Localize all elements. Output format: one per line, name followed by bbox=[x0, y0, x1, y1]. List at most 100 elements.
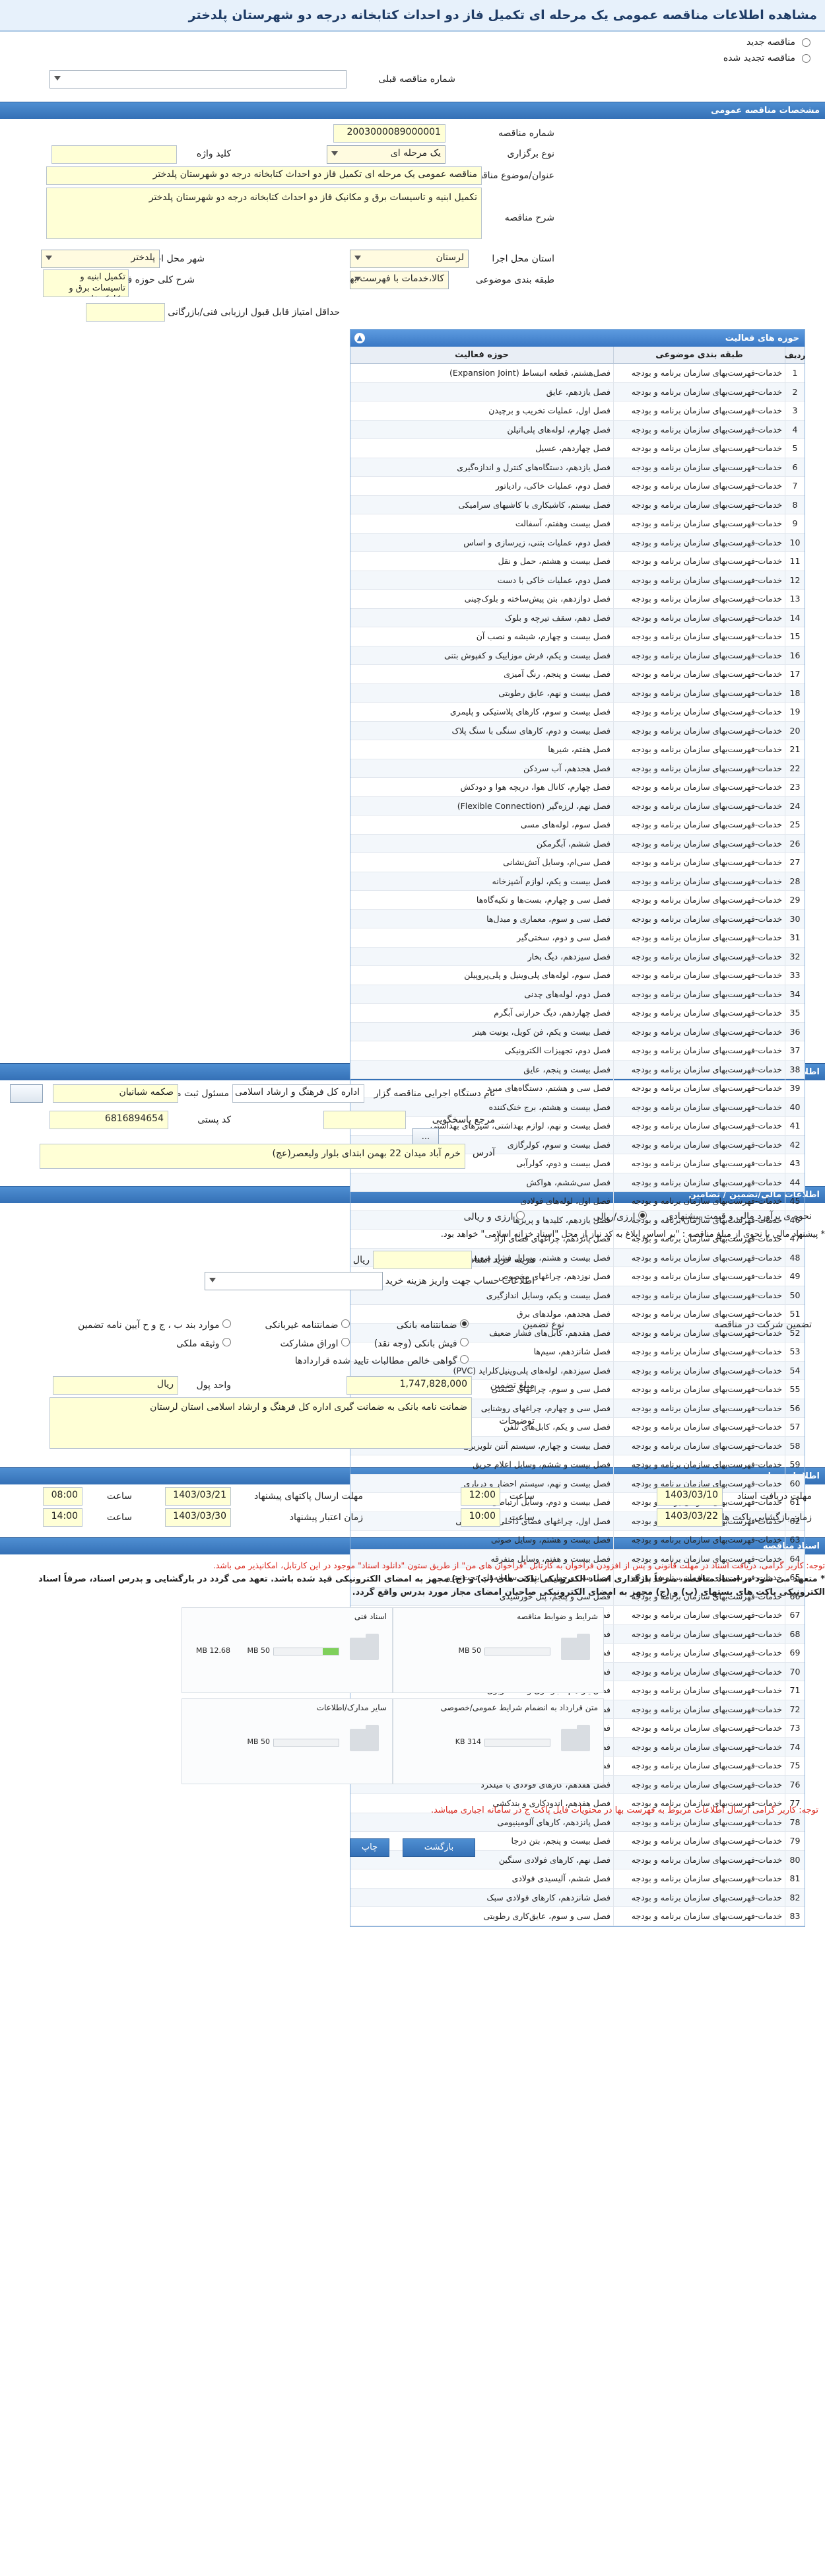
row-field: فصل اول، عملیات تخریب و برچیدن bbox=[488, 405, 610, 415]
send-time[interactable]: 08:00 bbox=[43, 1487, 82, 1506]
send-time-label: ساعت bbox=[106, 1491, 132, 1502]
g7-option[interactable]: گواهی خالص مطالبات تایید شده قراردادها bbox=[295, 1355, 469, 1366]
prev-tender-select[interactable] bbox=[50, 70, 346, 88]
table-row: 13 خدمات-فهرست‌بهای سازمان برنامه و بودجه… bbox=[350, 590, 805, 609]
row-field: فصل هفتم، شیرها bbox=[548, 744, 610, 754]
pub-time[interactable]: 12:00 bbox=[461, 1487, 500, 1506]
fin-desc-field[interactable]: ضمانت نامه بانکی به ضمانت گیری اداره کل … bbox=[50, 1397, 472, 1449]
g4-option[interactable]: فیش بانکی (وجه نقد) bbox=[374, 1338, 469, 1349]
send-date[interactable]: 1403/03/21 bbox=[165, 1487, 231, 1506]
doc-box-other[interactable]: سایر مدارک/اطلاعات 50 MB bbox=[182, 1698, 393, 1784]
address-field[interactable]: خرم آباد میدان 22 بهمن ابتدای بلوار ولیع… bbox=[40, 1144, 465, 1169]
row-class: خدمات-فهرست‌بهای سازمان برنامه و بودجه bbox=[613, 477, 785, 495]
back-button[interactable]: بازگشت bbox=[403, 1838, 475, 1857]
radio-rial[interactable] bbox=[516, 1211, 525, 1220]
radio-cur[interactable] bbox=[638, 1211, 647, 1220]
chevron-down-icon bbox=[209, 1278, 216, 1282]
row-field: فصل دهم، سقف تیرچه و بلوک bbox=[504, 612, 610, 623]
tender-number-field[interactable]: 2003000089000001 bbox=[333, 124, 446, 143]
keyword-label: کلید واژه bbox=[196, 149, 231, 159]
g5-check[interactable] bbox=[341, 1338, 350, 1346]
table-row: 29 خدمات-فهرست‌بهای سازمان برنامه و بودجه… bbox=[350, 891, 805, 910]
row-field: فصل ششم، آلیسیدی فولادی bbox=[512, 1873, 610, 1883]
row-number: 5 bbox=[785, 439, 805, 458]
row-field: فصل چهاردهم، دیگ حرارتی آبگرم bbox=[494, 1008, 610, 1018]
exec-field[interactable]: اداره کل فرهنگ و ارشاد اسلامی استان bbox=[232, 1084, 364, 1103]
province-select[interactable]: لرستان bbox=[350, 250, 469, 268]
ref-field[interactable] bbox=[323, 1111, 406, 1129]
chevron-down-icon bbox=[54, 76, 61, 81]
print-button[interactable]: چاپ bbox=[350, 1838, 389, 1857]
row-number: 36 bbox=[785, 1022, 805, 1041]
valid-date[interactable]: 1403/03/30 bbox=[165, 1508, 231, 1527]
g6-option[interactable]: وثیقه ملکی bbox=[176, 1338, 231, 1349]
g1-option[interactable]: ضمانتنامه بانکی bbox=[397, 1319, 469, 1331]
open-date[interactable]: 1403/03/22 bbox=[657, 1508, 723, 1527]
radio-renew-tender[interactable]: مناقصه تجدید شده bbox=[0, 50, 810, 66]
opt-rial[interactable]: ارزی و ریالی bbox=[464, 1211, 525, 1222]
doc-box-technical[interactable]: اسناد فنی 50 MB 12.68 MB bbox=[182, 1607, 393, 1693]
g1-check[interactable] bbox=[460, 1319, 469, 1328]
collapse-icon[interactable]: ▲ bbox=[354, 333, 365, 343]
table-row: 33 خدمات-فهرست‌بهای سازمان برنامه و بودجه… bbox=[350, 966, 805, 985]
row-class: خدمات-فهرست‌بهای سازمان برنامه و بودجه bbox=[613, 947, 785, 965]
account-select[interactable] bbox=[205, 1272, 383, 1290]
doc-box-other-bar bbox=[273, 1739, 339, 1747]
hold-type-select[interactable]: یک مرحله ای bbox=[327, 145, 446, 164]
reg-lookup-button[interactable] bbox=[10, 1084, 43, 1103]
doc-box-terms[interactable]: شرایط و ضوابط مناقصه 50 MB bbox=[393, 1607, 604, 1693]
row-number: 7 bbox=[785, 477, 805, 495]
g4-check[interactable] bbox=[460, 1338, 469, 1346]
opt-cur[interactable]: ارزی/ریالی bbox=[593, 1211, 647, 1222]
doc-cost-field[interactable] bbox=[373, 1251, 472, 1269]
scope-field[interactable]: تکمیل ابنیه و تاسیسات برق و مکانیک فاز د… bbox=[43, 269, 129, 297]
min-score-field[interactable] bbox=[86, 303, 165, 322]
amount-field[interactable]: 1,747,828,000 bbox=[346, 1376, 472, 1395]
open-time[interactable]: 10:00 bbox=[461, 1508, 500, 1527]
city-select[interactable]: پلدختر bbox=[41, 250, 160, 268]
row-number: 4 bbox=[785, 420, 805, 438]
row-number: 14 bbox=[785, 608, 805, 627]
prev-tender-label: شماره مناقصه قبلی bbox=[378, 74, 455, 85]
radio-new[interactable] bbox=[802, 38, 810, 47]
row-class: خدمات-فهرست‌بهای سازمان برنامه و بودجه bbox=[613, 627, 785, 646]
postal-field[interactable]: 6816894654 bbox=[50, 1111, 168, 1129]
row-number: 6 bbox=[785, 458, 805, 476]
g6-check[interactable] bbox=[222, 1338, 231, 1346]
g5-option[interactable]: اوراق مشارکت bbox=[280, 1338, 350, 1349]
unit-field[interactable]: ریال bbox=[53, 1376, 178, 1395]
table-row: 2 خدمات-فهرست‌بهای سازمان برنامه و بودجه ف… bbox=[350, 382, 805, 401]
table-row: 37 خدمات-فهرست‌بهای سازمان برنامه و بودجه… bbox=[350, 1041, 805, 1061]
general-form: شماره مناقصه 2003000089000001 نوع برگزار… bbox=[0, 119, 825, 1927]
doc-box-contract[interactable]: متن قرارداد به انضمام شرایط عمومی/خصوصی … bbox=[393, 1698, 604, 1784]
row-number: 15 bbox=[785, 627, 805, 646]
subject-label: عنوان/موضوع مناقصه bbox=[470, 170, 554, 181]
valid-time[interactable]: 14:00 bbox=[43, 1508, 82, 1527]
row-number: 33 bbox=[785, 966, 805, 985]
g2-option[interactable]: ضمانتنامه غیربانکی bbox=[265, 1319, 350, 1331]
g3-option[interactable]: موارد بند ب ، ج و ح آیین نامه تضمین bbox=[78, 1319, 231, 1331]
doc-cost-label: هزینه خرید اسناد bbox=[470, 1255, 535, 1265]
row-field: فصل سوم، لوله‌های پلی‌وینیل و پلی‌پروپیل… bbox=[464, 970, 610, 980]
activity-title-text: حوزه های فعالیت bbox=[725, 333, 799, 343]
doc-box-technical-bar bbox=[273, 1648, 339, 1655]
send-label: مهلت ارسال پاکتهای پیشنهاد bbox=[253, 1491, 363, 1502]
ref-label: مرجع پاسخگویی bbox=[432, 1115, 495, 1125]
activity-grid-header: ردیف طبقه بندی موضوعی حوزه فعالیت bbox=[350, 347, 805, 364]
folder-icon bbox=[561, 1725, 590, 1751]
keyword-field[interactable] bbox=[51, 145, 177, 164]
reg-field[interactable]: صکمه شبانیان bbox=[53, 1084, 178, 1103]
radio-renew[interactable] bbox=[802, 53, 810, 63]
table-row: 31 خدمات-فهرست‌بهای سازمان برنامه و بودجه… bbox=[350, 928, 805, 948]
subject-field[interactable]: مناقصه عمومی یک مرحله ای تکمیل فاز دو اح… bbox=[46, 166, 482, 185]
row-class: خدمات-فهرست‌بهای سازمان برنامه و بودجه bbox=[613, 590, 785, 608]
pub-date[interactable]: 1403/03/10 bbox=[657, 1487, 723, 1506]
g3-label: موارد بند ب ، ج و ح آیین نامه تضمین bbox=[78, 1320, 220, 1331]
radio-new-tender[interactable]: مناقصه جدید bbox=[0, 34, 810, 50]
g2-check[interactable] bbox=[341, 1319, 350, 1328]
desc-field[interactable]: تکمیل ابنیه و تاسیسات برق و مکانیک فاز د… bbox=[46, 188, 482, 239]
category-select[interactable]: کالا،خدمات با فهرست بها bbox=[350, 271, 449, 289]
g7-check[interactable] bbox=[460, 1355, 469, 1364]
row-field: فصل سی‌ام، وسایل آتش‌نشانی bbox=[503, 857, 610, 867]
g3-check[interactable] bbox=[222, 1319, 231, 1328]
